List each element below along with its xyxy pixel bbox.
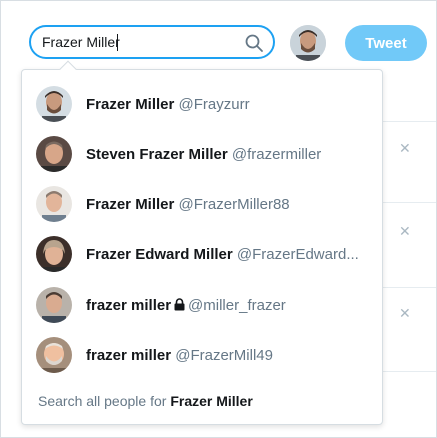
close-icon[interactable]: ✕ — [399, 140, 411, 157]
search-suggestions-dropdown: Frazer Miller @Frayzurr Steven Frazer Mi… — [21, 60, 383, 425]
search-all-prefix: Search all people for — [38, 393, 171, 409]
suggestion-handle: @FrazerMiller88 — [178, 195, 290, 213]
suggestion-handle: @frazermiller — [231, 145, 322, 163]
timeline-divider — [381, 202, 436, 203]
search-all-people-link[interactable]: Search all people for Frazer Miller — [38, 393, 253, 409]
timeline-divider — [381, 371, 436, 372]
suggestion-handle: @Frayzurr — [178, 95, 250, 113]
search-all-query: Frazer Miller — [170, 393, 253, 409]
suggestion-name: Frazer Miller — [86, 195, 175, 213]
suggestion-avatar — [36, 337, 72, 373]
suggestion-row[interactable]: Frazer Miller @FrazerMiller88 — [22, 179, 382, 229]
timeline-divider — [381, 121, 436, 122]
suggestion-handle: @FrazerMill49 — [175, 346, 273, 364]
suggestion-row[interactable]: Steven Frazer Miller @frazermiller — [22, 129, 382, 179]
suggestion-text: Frazer Miller @FrazerMiller88 — [86, 196, 290, 213]
suggestion-row[interactable]: frazer miller @miller_frazer — [22, 280, 382, 330]
suggestion-text: Frazer Miller @Frayzurr — [86, 96, 250, 113]
suggestion-text: frazer miller @miller_frazer — [86, 297, 286, 314]
suggestion-avatar — [36, 287, 72, 323]
suggestion-row[interactable]: Frazer Miller @Frayzurr — [22, 79, 382, 129]
top-bar: Tweet — [1, 1, 436, 69]
lock-icon — [174, 297, 185, 310]
close-icon[interactable]: ✕ — [399, 305, 411, 322]
suggestion-row[interactable]: Frazer Edward Miller @FrazerEdward... — [22, 229, 382, 279]
timeline-divider — [381, 287, 436, 288]
suggestion-name: Frazer Edward Miller — [86, 245, 233, 263]
close-icon[interactable]: ✕ — [399, 223, 411, 240]
suggestion-avatar — [36, 86, 72, 122]
page: Tweet ✕ ✕ ✕ Frazer Miller @Frayzurr — [0, 0, 437, 438]
suggestion-handle: @FrazerEdward... — [236, 245, 359, 263]
suggestion-text: frazer miller @FrazerMill49 — [86, 347, 273, 364]
suggestion-name: Frazer Miller — [86, 95, 175, 113]
search-input[interactable] — [42, 32, 242, 52]
suggestion-row[interactable]: frazer miller @FrazerMill49 — [22, 330, 382, 380]
tweet-button[interactable]: Tweet — [345, 25, 427, 61]
suggestion-name: frazer miller — [86, 346, 172, 364]
suggestion-handle: @miller_frazer — [188, 296, 286, 314]
search-box[interactable] — [29, 25, 275, 59]
search-icon[interactable] — [244, 33, 264, 53]
suggestion-avatar — [36, 136, 72, 172]
account-avatar[interactable] — [290, 25, 326, 61]
suggestion-text: Frazer Edward Miller @FrazerEdward... — [86, 246, 359, 263]
suggestion-avatar — [36, 186, 72, 222]
suggestion-name: Steven Frazer Miller — [86, 145, 228, 163]
text-caret — [117, 34, 118, 51]
suggestion-name: frazer miller — [86, 296, 172, 314]
suggestion-text: Steven Frazer Miller @frazermiller — [86, 146, 321, 163]
suggestion-avatar — [36, 236, 72, 272]
